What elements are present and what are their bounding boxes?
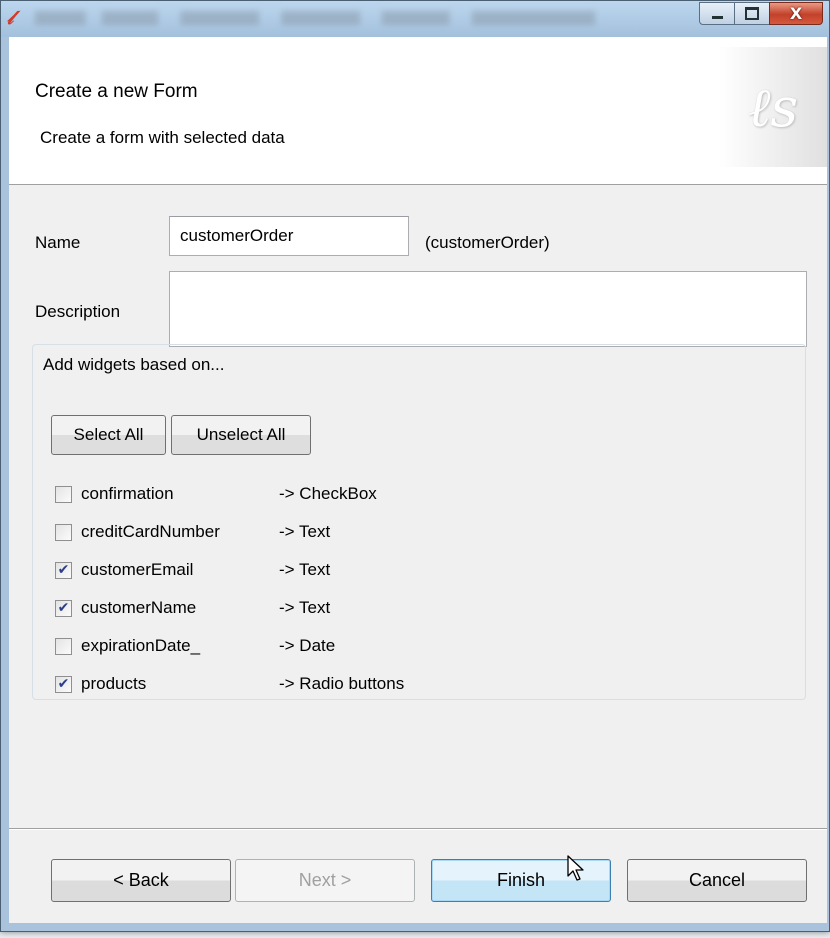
- name-label: Name: [35, 233, 81, 252]
- widget-checkbox[interactable]: ✔: [55, 675, 72, 693]
- widget-checkbox[interactable]: [55, 485, 72, 503]
- widget-row[interactable]: creditCardNumber -> Text: [55, 518, 555, 546]
- widget-checkbox[interactable]: [55, 523, 72, 541]
- blurred-menu-bar: [35, 11, 595, 25]
- widgets-group-label: Add widgets based on...: [41, 355, 227, 375]
- maximize-icon: [745, 7, 759, 20]
- dialog-body: Create a new Form Create a form with sel…: [9, 37, 827, 923]
- widget-type: -> CheckBox: [279, 484, 377, 503]
- widget-row[interactable]: confirmation -> CheckBox: [55, 480, 555, 508]
- maximize-button[interactable]: [734, 2, 770, 25]
- widget-field-name: customerName: [81, 598, 197, 617]
- description-field[interactable]: [169, 271, 807, 347]
- widget-field-name: creditCardNumber: [81, 522, 220, 541]
- app-logo-icon: 𝓁: [7, 7, 14, 29]
- title-bar[interactable]: 𝓁 X: [1, 1, 829, 37]
- checkmark-icon: ✔: [57, 600, 70, 616]
- dialog-window: 𝓁 X Create a new Form Create a form with…: [0, 0, 830, 932]
- footer-divider: [9, 828, 827, 830]
- mouse-cursor-icon: [567, 855, 584, 881]
- widget-row[interactable]: ✔ customerEmail -> Text: [55, 556, 555, 584]
- widget-row[interactable]: ✔ products -> Radio buttons: [55, 670, 555, 698]
- checkmark-icon: ✔: [57, 676, 70, 692]
- name-input[interactable]: [169, 216, 409, 256]
- window-controls: X: [699, 2, 823, 25]
- unselect-all-button[interactable]: Unselect All: [171, 415, 311, 455]
- widget-type: -> Radio buttons: [279, 674, 405, 693]
- widget-row[interactable]: ✔ customerName -> Text: [55, 594, 555, 622]
- description-label: Description: [35, 302, 121, 321]
- checkmark-icon: ✔: [57, 562, 70, 578]
- cancel-button[interactable]: Cancel: [627, 859, 807, 902]
- select-all-button[interactable]: Select All: [51, 415, 166, 455]
- close-icon: X: [789, 4, 803, 23]
- page-subtitle: Create a form with selected data: [40, 128, 285, 147]
- minimize-icon: [711, 16, 723, 19]
- widget-row[interactable]: expirationDate_ -> Date: [55, 632, 555, 660]
- wizard-header: Create a new Form Create a form with sel…: [9, 37, 827, 185]
- widget-type: -> Text: [279, 598, 331, 617]
- widget-checkbox[interactable]: [55, 637, 72, 655]
- widget-field-name: expirationDate_: [81, 636, 201, 655]
- widget-field-name: customerEmail: [81, 560, 194, 579]
- widget-type: -> Date: [279, 636, 336, 655]
- widget-type: -> Text: [279, 522, 331, 541]
- back-button[interactable]: < Back: [51, 859, 231, 902]
- widget-checkbox[interactable]: ✔: [55, 561, 72, 579]
- widget-field-name: confirmation: [81, 484, 174, 503]
- widget-field-name: products: [81, 674, 147, 693]
- name-hint: (customerOrder): [425, 233, 550, 252]
- next-button[interactable]: Next >: [235, 859, 415, 902]
- minimize-button[interactable]: [699, 2, 735, 25]
- widget-type: -> Text: [279, 560, 331, 579]
- close-button[interactable]: X: [769, 2, 823, 25]
- bonita-logo-icon: ℓs: [719, 47, 827, 167]
- widget-checkbox[interactable]: ✔: [55, 599, 72, 617]
- page-title: Create a new Form: [35, 81, 198, 102]
